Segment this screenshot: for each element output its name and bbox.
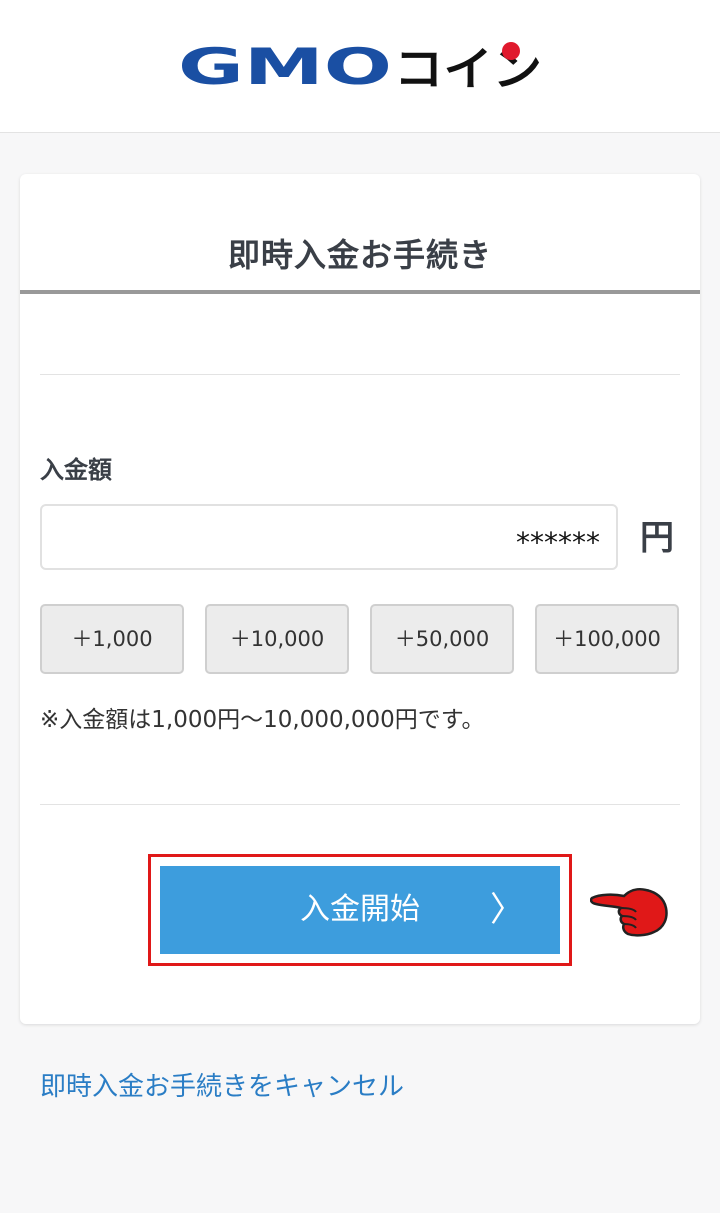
pointing-hand-icon	[590, 888, 668, 937]
logo-red-dot	[502, 42, 520, 60]
amount-input[interactable]: ******	[40, 504, 618, 570]
logo-latin: GMO	[178, 40, 392, 92]
amount-unit: 円	[640, 518, 674, 558]
chevron-right-icon: 〉	[490, 890, 524, 930]
section-divider-top	[40, 374, 680, 375]
start-deposit-button[interactable]: 入金開始 〉	[160, 866, 560, 954]
amount-label: 入金額	[40, 456, 112, 484]
amount-range-note: ※入金額は1,000円〜10,000,000円です。	[40, 707, 485, 733]
add-50000-button[interactable]: ＋50,000	[370, 604, 514, 674]
app-header: GMO コイン	[0, 0, 720, 133]
section-divider-bottom	[40, 804, 680, 805]
start-deposit-label: 入金開始	[300, 892, 420, 927]
cancel-deposit-link[interactable]: 即時入金お手続きをキャンセル	[40, 1066, 404, 1103]
add-1000-button[interactable]: ＋1,000	[40, 604, 184, 674]
gmo-coin-logo: GMO コイン	[178, 40, 542, 92]
page-title: 即時入金お手続き	[227, 236, 492, 274]
add-10000-button[interactable]: ＋10,000	[205, 604, 349, 674]
title-underline	[20, 290, 700, 294]
add-100000-button[interactable]: ＋100,000	[535, 604, 679, 674]
